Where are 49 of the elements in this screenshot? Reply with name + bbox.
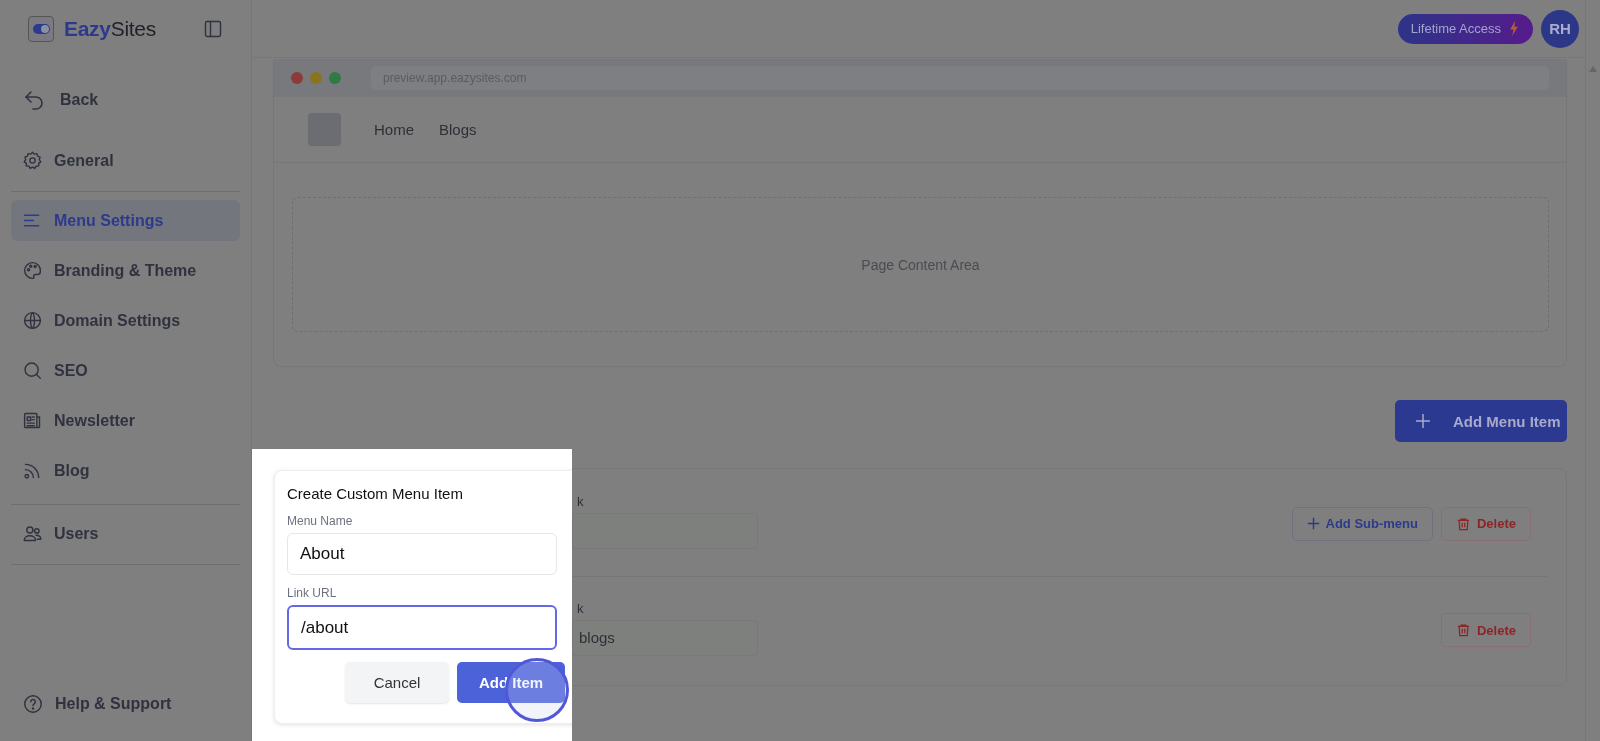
brand-name: EazySites — [64, 17, 156, 41]
sidebar-item[interactable]: Newsletter — [11, 400, 240, 441]
click-indicator — [505, 658, 569, 722]
add-menu-item-button[interactable]: Add Menu Item — [1395, 400, 1567, 442]
add-submenu-button[interactable]: Add Sub-menu — [1291, 506, 1433, 541]
plan-badge[interactable]: Lifetime Access — [1397, 13, 1533, 44]
help-link[interactable]: Help & Support — [11, 683, 240, 724]
sidebar-item[interactable]: Users — [11, 513, 240, 554]
gear-icon — [22, 150, 43, 171]
sidebar-item[interactable]: Blog — [11, 450, 240, 491]
window-dots-icon — [291, 72, 341, 84]
delete-button[interactable]: Delete — [1440, 613, 1531, 647]
avatar[interactable]: RH — [1541, 9, 1579, 48]
back-link[interactable]: Back — [11, 78, 240, 122]
sidebar-item[interactable]: General — [11, 140, 240, 181]
dialog-title: Create Custom Menu Item — [287, 485, 464, 502]
users-icon — [22, 523, 43, 544]
field-label: Link URL — [287, 586, 338, 600]
sidebar-item[interactable]: SEO — [11, 350, 240, 391]
delete-button[interactable]: Delete — [1440, 506, 1531, 541]
palette-icon — [22, 260, 43, 281]
sidebar-item[interactable]: Branding & Theme — [11, 250, 240, 291]
search-icon — [22, 360, 43, 381]
lightning-icon — [1509, 21, 1519, 36]
field-label: k — [576, 494, 585, 509]
plus-icon — [1306, 517, 1320, 530]
link-field[interactable]: blogs — [572, 619, 758, 656]
nav-link[interactable]: Blogs — [439, 121, 477, 138]
add-item-button[interactable]: Add Item — [457, 662, 565, 703]
text-input[interactable]: /about — [287, 605, 557, 650]
newspaper-icon — [22, 410, 43, 431]
trash-icon — [1455, 515, 1471, 532]
trash-icon — [1455, 622, 1471, 638]
back-arrow-icon — [22, 88, 46, 112]
plus-icon — [1415, 413, 1431, 429]
globe-icon — [22, 310, 43, 331]
field-label: k — [576, 600, 585, 616]
logo-icon — [28, 16, 54, 42]
scroll-up-arrow-icon[interactable] — [1589, 66, 1597, 72]
sidebar-toggle-icon[interactable] — [203, 19, 223, 39]
help-icon — [22, 692, 44, 715]
cancel-button[interactable]: Cancel — [345, 662, 449, 703]
sidebar-item[interactable]: Menu Settings — [11, 200, 240, 241]
link-field[interactable] — [572, 513, 758, 549]
sidebar-item[interactable]: Domain Settings — [11, 300, 240, 341]
scrollbar[interactable] — [1585, 0, 1600, 741]
nav-link[interactable]: Home — [374, 121, 414, 138]
field-label: Menu Name — [287, 514, 354, 528]
text-input[interactable]: About — [287, 533, 557, 575]
